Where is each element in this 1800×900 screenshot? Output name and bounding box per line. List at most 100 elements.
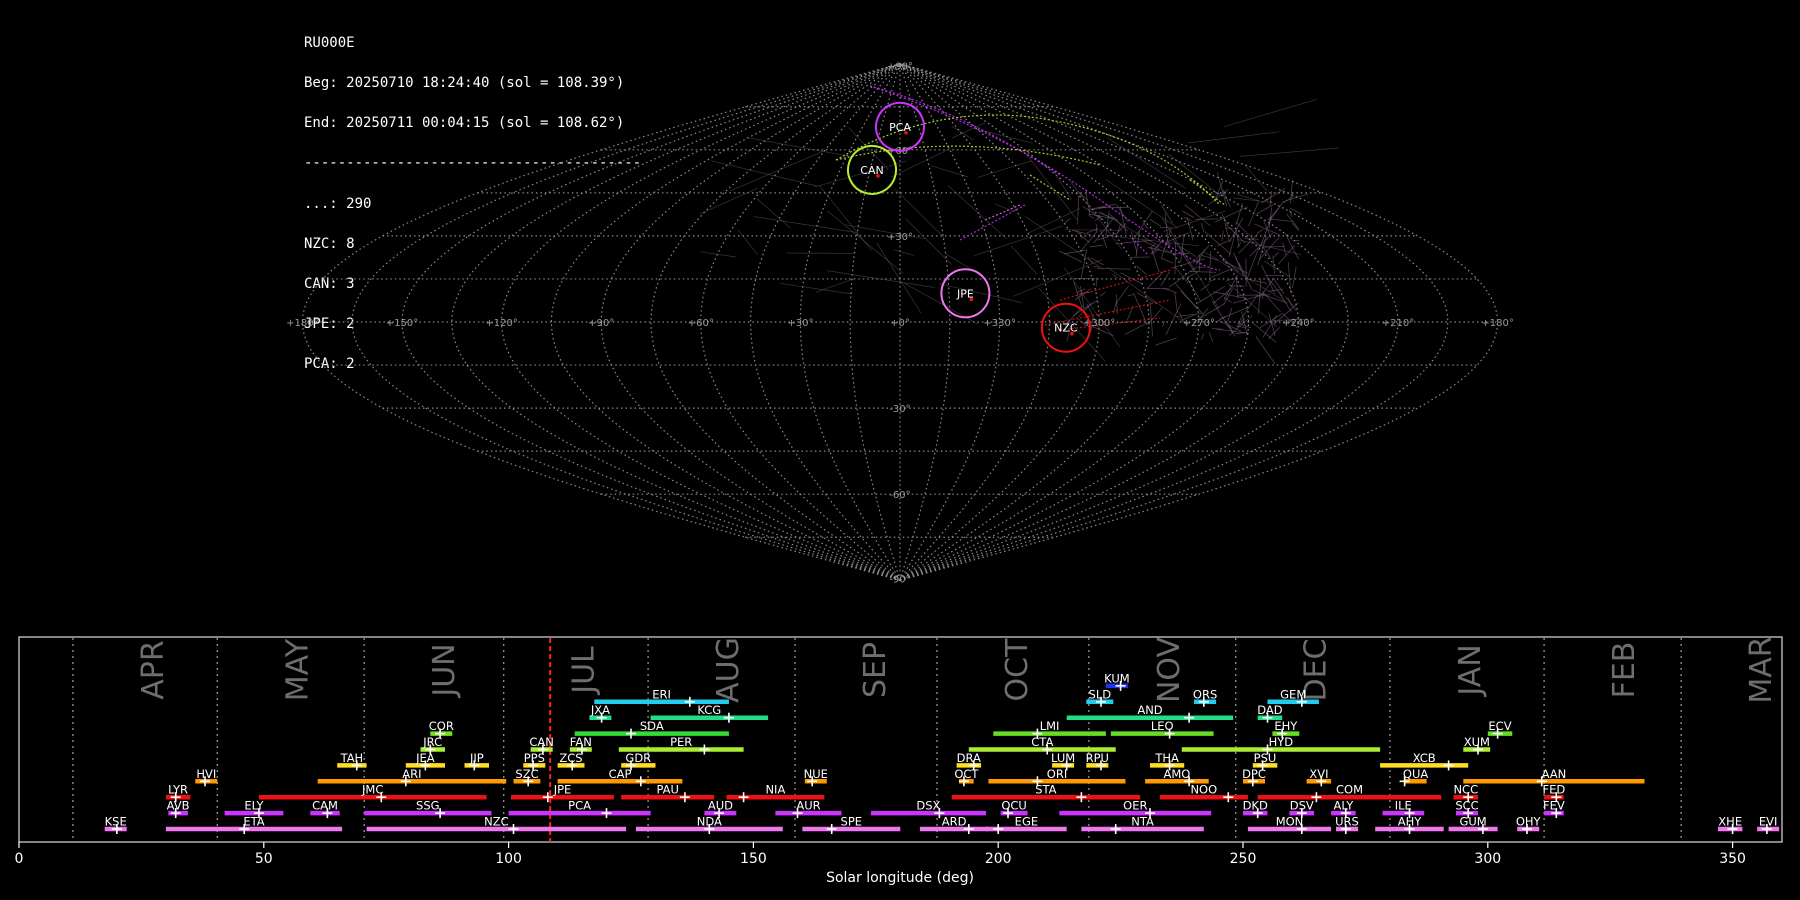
shower-pau: PAU [621,783,715,803]
meteor-track [1198,254,1201,271]
shower-label: FED [1543,783,1566,797]
shower-label: DRA [957,751,981,765]
meteor-track [1088,214,1095,219]
meteor-track [1136,265,1147,275]
meteor-track [1216,172,1228,207]
shower-label: NTA [1131,815,1154,829]
x-tick-label: 350 [1719,851,1746,867]
meteor-track [1201,332,1205,340]
meteor-track [1182,253,1195,272]
shower-label: ARI [402,767,421,781]
longitude-label: +60° [688,318,714,329]
shower-dsx: DSX [870,799,986,819]
radiant-label: PCA [889,121,911,134]
shower-label: DPC [1242,767,1266,781]
shower-label: ARD [942,815,967,829]
shower-kum: KUM [1104,671,1130,691]
latitude-label: +90° [887,62,913,73]
shower-fev: FEV [1543,799,1565,819]
month-label: JAN [1453,644,1488,697]
meteor-track [1065,229,1124,231]
month-markers: APR MAY JUN JUL AUG SEP OCT NOV DEC JAN FEB MAR [72,636,1779,842]
shower-cta: CTA [968,735,1116,755]
shower-ehy: EHY [1272,719,1300,739]
meteor-track [1120,272,1143,285]
shower-lmi: LMI [993,719,1106,739]
sky-map: +90° +60° +30° -30° -60° -90° +180° +150° +120° +… [286,62,1514,586]
meteor-track [1161,257,1174,264]
shower-label: NUE [804,767,828,781]
meteor-track [1189,271,1216,273]
shower-cor: COR [429,719,454,739]
meteor-track [711,160,817,187]
shower-eta: ETA [165,815,343,834]
shower-label: CAN [529,735,554,749]
meteor-track [1174,291,1178,314]
meteor-track [959,204,1026,241]
shower-mon: MON [1247,815,1332,834]
shower-nia: NIA [726,783,825,803]
longitude-label: +30° [787,318,813,329]
shower-label: SPE [841,815,863,829]
x-tick-label: 250 [1230,851,1257,867]
shower-per: PER [618,735,744,755]
shower-label: GUM [1459,815,1486,829]
meteor-track [1223,99,1317,128]
shower-xhe: XHE [1717,815,1743,834]
meteor-track [1268,218,1294,222]
meteor-track [1200,222,1205,232]
shower-label: KUM [1104,671,1130,685]
meteor-track [816,277,856,293]
shower-label: ELY [244,799,264,813]
shower-ori: ORI [988,767,1126,787]
meteor-track [973,225,1064,257]
shower-label: AVB [167,799,190,813]
shower-dkd: DKD [1243,799,1268,819]
x-axis-label: Solar longitude (deg) [826,870,974,886]
meteor-track [930,165,969,178]
shower-label: AHY [1398,815,1423,829]
shower-ege: EGE [986,815,1067,834]
shower-cap: CAP [557,767,683,787]
shower-and: AND [1066,703,1234,723]
shower-label: AAN [1542,767,1567,781]
shower-label: LMI [1040,719,1060,733]
shower-label: STA [1035,783,1056,797]
shower-label: GDR [625,751,651,765]
month-label: MAY [280,638,315,701]
shower-aud: AUD [704,799,737,819]
longitude-label: +210° [1382,318,1414,329]
shower-label: SCC [1455,799,1478,813]
shower-noo: NOO [1159,783,1248,803]
meteor-track [1217,239,1232,246]
radiant-label: NZC [1054,322,1078,335]
shower-nue: NUE [804,767,828,787]
shower-label: JMC [361,783,383,797]
x-tick-label: 200 [985,851,1012,867]
shower-avb: AVB [167,799,190,819]
shower-fan: FAN [570,735,592,755]
shower-label: LEO [1151,719,1174,733]
shower-hyd: HYD [1181,735,1381,755]
x-tick-label: 0 [15,851,24,867]
shower-label: JPE [553,783,572,797]
meteor-track [1024,151,1078,220]
meteor-track [894,189,945,238]
month-label: NOV [1152,637,1187,704]
longitude-label: +270° [1183,318,1215,329]
x-tick-label: 300 [1474,851,1501,867]
shower-label: KSE [105,815,127,829]
shower-label: CTA [1031,735,1053,749]
meteor-track [737,229,759,256]
shower-oer: OER [1059,799,1212,819]
meteor-track [1237,239,1301,255]
shower-label: CAM [312,799,338,813]
shower-cam: CAM [310,799,340,819]
shower-label: JIP [469,751,484,765]
shower-oct: OCT [954,767,979,787]
meteor-track [977,160,1032,178]
shower-label: JXA [590,703,610,717]
radiant-label: JPE [956,287,974,300]
shower-jmc: JMC [258,783,487,803]
meteor-track [1010,245,1038,275]
